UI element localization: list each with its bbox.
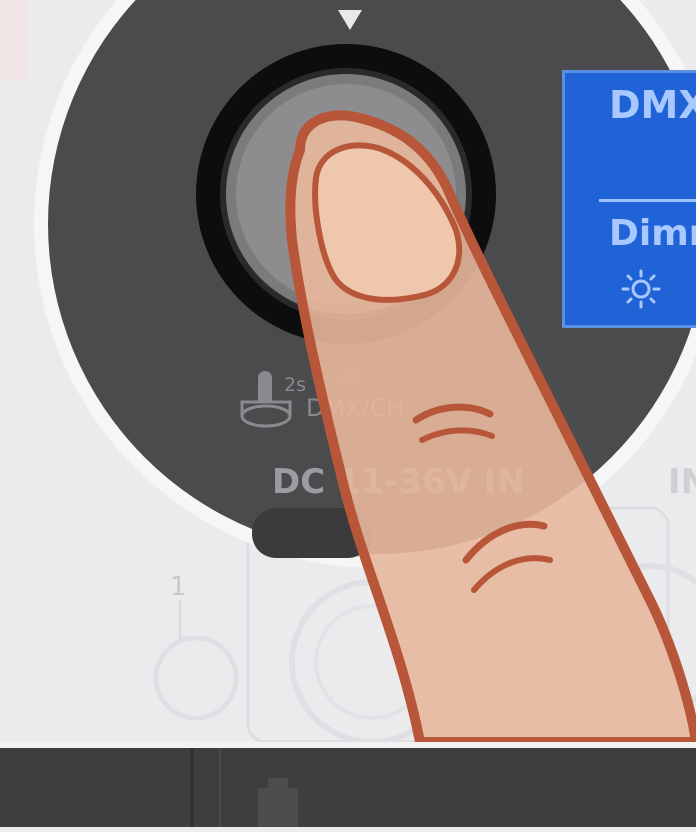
finger-pointer-icon [285, 110, 696, 742]
next-frame-strip [0, 742, 696, 827]
next-frame-preview [190, 748, 298, 827]
device-panel-illustration: DMX Dimm 2s DMX/CH DC 11-36V IN IN 1 [0, 0, 696, 742]
